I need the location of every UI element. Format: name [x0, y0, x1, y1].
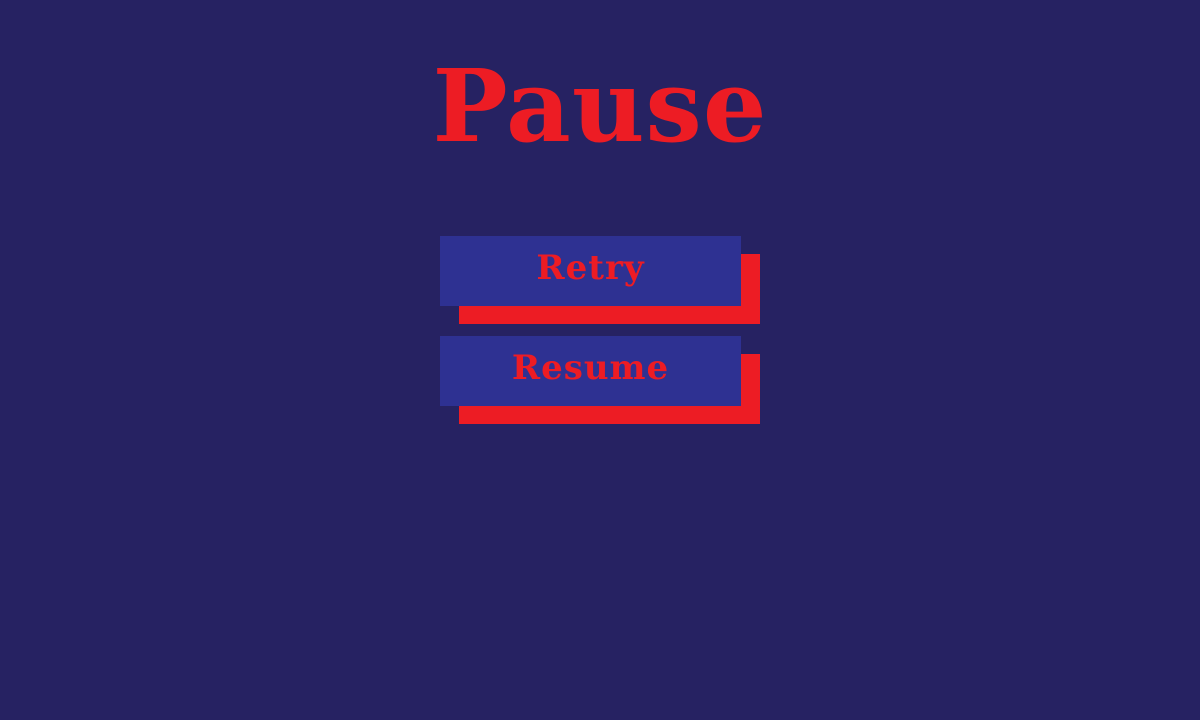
resume-button[interactable]: Resume [440, 336, 741, 406]
pause-screen: Pause Retry Resume [0, 0, 1200, 720]
resume-button-label: Resume [511, 348, 670, 388]
retry-button[interactable]: Retry [440, 236, 741, 306]
retry-button-group: Retry [440, 236, 760, 324]
retry-button-label: Retry [536, 248, 645, 288]
resume-button-group: Resume [440, 336, 760, 424]
pause-title: Pause [432, 47, 768, 165]
